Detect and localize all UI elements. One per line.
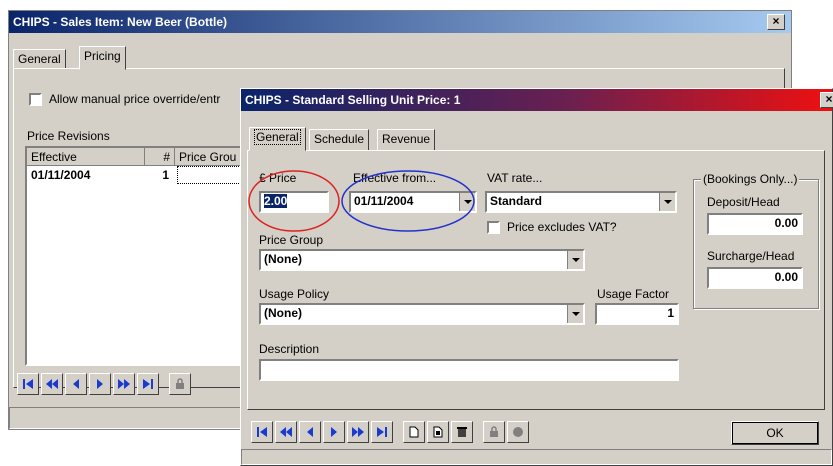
tab-pricing-label: Pricing	[84, 49, 121, 63]
price-input[interactable]: 2.00	[259, 191, 329, 213]
description-input[interactable]	[259, 359, 679, 381]
first-record-icon[interactable]	[251, 421, 273, 443]
front-status-bar	[241, 449, 832, 465]
tab-schedule-label: Schedule	[314, 132, 365, 146]
description-label: Description	[259, 342, 320, 356]
vat-rate-label: VAT rate...	[487, 171, 543, 185]
close-icon: ×	[825, 92, 833, 106]
chevron-down-icon[interactable]	[659, 193, 675, 211]
surcharge-head-label: Surcharge/Head	[707, 249, 795, 263]
next-record-icon[interactable]	[89, 373, 111, 395]
bookings-only-label: (Bookings Only...)	[701, 172, 800, 186]
tab-general-label: General	[18, 52, 61, 66]
sales-item-titlebar: CHIPS - Sales Item: New Beer (Bottle)	[9, 11, 791, 33]
tab-revenue-label: Revenue	[382, 132, 431, 146]
price-group-label: Price Group	[259, 233, 324, 247]
column-header-number[interactable]: #	[145, 148, 175, 166]
effective-from-value: 01/11/2004	[354, 194, 414, 208]
next-record-icon[interactable]	[323, 421, 345, 443]
close-button[interactable]: ×	[820, 92, 833, 108]
prev-page-icon[interactable]	[41, 373, 63, 395]
allow-override-checkbox[interactable]	[29, 93, 42, 106]
tab-general[interactable]: General	[249, 127, 306, 151]
allow-override-label: Allow manual price override/entr	[49, 92, 221, 106]
next-page-icon[interactable]	[113, 373, 135, 395]
usage-policy-label: Usage Policy	[259, 287, 330, 301]
deposit-head-label: Deposit/Head	[707, 195, 780, 209]
close-button[interactable]: ×	[767, 14, 785, 30]
prev-page-icon[interactable]	[275, 421, 297, 443]
usage-factor-value: 1	[667, 306, 674, 320]
sales-item-title: CHIPS - Sales Item: New Beer (Bottle)	[13, 15, 228, 29]
prev-record-icon[interactable]	[299, 421, 321, 443]
usage-factor-input[interactable]: 1	[595, 303, 679, 325]
lock-icon[interactable]	[483, 421, 505, 443]
vat-rate-value: Standard	[490, 194, 543, 208]
effective-from-label: Effective from...	[353, 171, 437, 185]
circle-icon[interactable]	[507, 421, 529, 443]
selling-unit-price-window: CHIPS - Standard Selling Unit Price: 1 ×…	[240, 88, 833, 466]
tab-general[interactable]: General	[13, 49, 66, 69]
last-record-icon[interactable]	[371, 421, 393, 443]
price-excludes-vat-checkbox[interactable]	[487, 221, 500, 234]
table-row-effective[interactable]: 01/11/2004	[27, 166, 145, 184]
selling-unit-price-title: CHIPS - Standard Selling Unit Price: 1	[245, 93, 461, 107]
price-revisions-label: Price Revisions	[27, 129, 110, 143]
deposit-head-value: 0.00	[774, 216, 798, 230]
price-group-value: (None)	[264, 252, 302, 266]
surcharge-head-value: 0.00	[774, 270, 798, 284]
front-record-navigator	[251, 421, 529, 443]
delete-record-icon[interactable]	[451, 421, 473, 443]
tab-revenue[interactable]: Revenue	[377, 129, 436, 151]
copy-record-icon[interactable]	[427, 421, 449, 443]
last-record-icon[interactable]	[137, 373, 159, 395]
selling-unit-price-titlebar: CHIPS - Standard Selling Unit Price: 1	[241, 89, 832, 111]
ok-button-label: OK	[766, 426, 784, 440]
chevron-down-icon[interactable]	[567, 251, 583, 269]
close-icon: ×	[772, 14, 780, 28]
chevron-down-icon[interactable]	[567, 305, 583, 323]
tab-schedule[interactable]: Schedule	[309, 129, 370, 151]
tab-general-label: General	[254, 129, 301, 145]
chevron-down-icon[interactable]	[459, 193, 475, 211]
column-header-effective[interactable]: Effective	[27, 148, 145, 166]
back-record-navigator	[17, 373, 191, 395]
price-excludes-vat-label: Price excludes VAT?	[507, 220, 617, 234]
usage-factor-label: Usage Factor	[597, 287, 670, 301]
price-group-select[interactable]: (None)	[259, 249, 585, 271]
usage-policy-value: (None)	[264, 306, 302, 320]
first-record-icon[interactable]	[17, 373, 39, 395]
price-value: 2.00	[264, 194, 288, 208]
ok-button[interactable]: OK	[731, 421, 819, 445]
tab-pricing[interactable]: Pricing	[79, 46, 126, 70]
surcharge-head-input[interactable]: 0.00	[707, 267, 803, 289]
usage-policy-select[interactable]: (None)	[259, 303, 585, 325]
new-record-icon[interactable]	[403, 421, 425, 443]
table-row-number[interactable]: 1	[145, 166, 175, 184]
vat-rate-select[interactable]: Standard	[485, 191, 677, 213]
lock-icon[interactable]	[169, 373, 191, 395]
deposit-head-input[interactable]: 0.00	[707, 213, 803, 235]
prev-record-icon[interactable]	[65, 373, 87, 395]
price-label: £ Price	[259, 171, 297, 185]
next-page-icon[interactable]	[347, 421, 369, 443]
effective-from-date-picker[interactable]: 01/11/2004	[349, 191, 477, 213]
